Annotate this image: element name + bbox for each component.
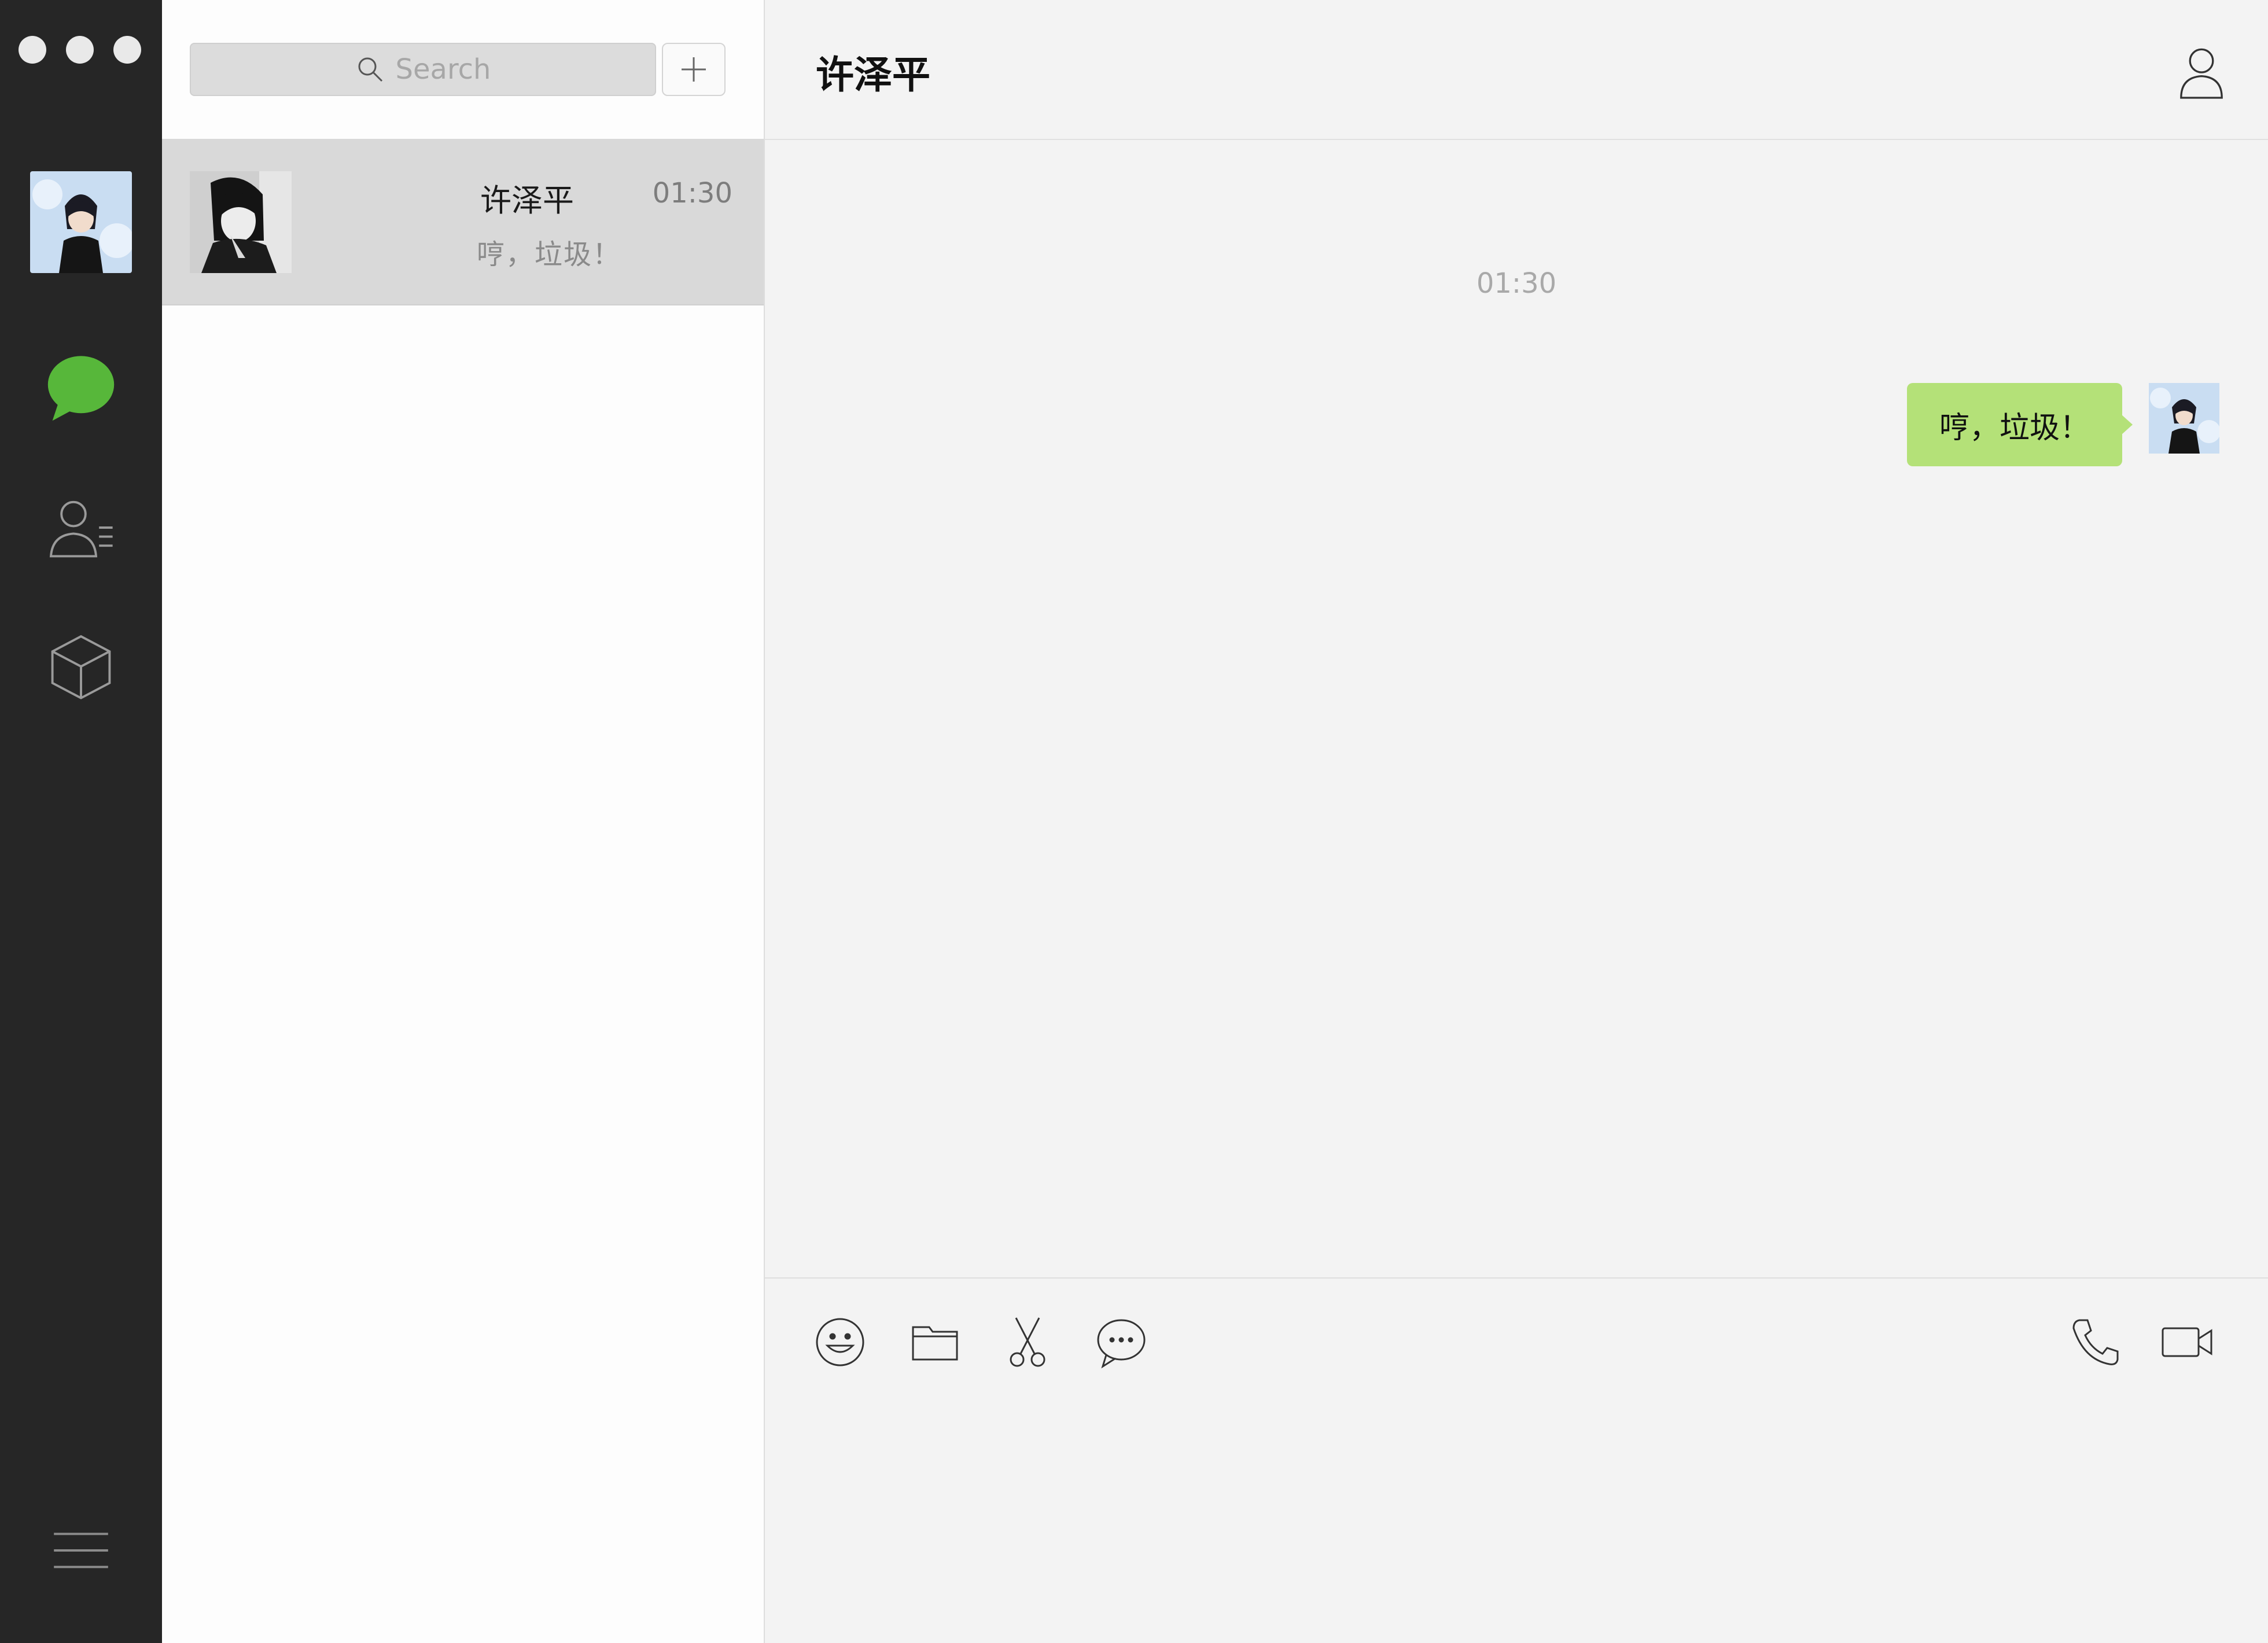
chat-panel: 许泽平 01:30 哼，垃圾！ [765, 0, 2268, 1643]
close-window-button[interactable] [19, 36, 46, 64]
contacts-icon[interactable] [41, 487, 122, 568]
plus-icon [682, 57, 706, 82]
left-nav-bar [0, 0, 162, 1643]
chat-history-icon[interactable] [1092, 1313, 1150, 1371]
conversation-item[interactable]: 许泽平 01:30 哼，垃圾！ [162, 139, 764, 305]
scissors-icon[interactable] [999, 1313, 1056, 1371]
video-icon[interactable] [2158, 1313, 2216, 1371]
search-input[interactable]: Search [190, 43, 656, 96]
chat-icon[interactable] [41, 347, 122, 428]
conversation-list-panel: Search 许泽平 01:30 哼，垃圾！ [162, 0, 765, 1643]
maximize-window-button[interactable] [113, 36, 141, 64]
composer-toolbar [765, 1277, 2268, 1394]
conversation-preview: 哼，垃圾！ [477, 238, 622, 271]
contact-avatar [190, 171, 292, 273]
menu-icon[interactable] [41, 1510, 122, 1591]
chat-title: 许泽平 [816, 53, 930, 97]
add-button[interactable] [662, 43, 726, 96]
message-bubble[interactable]: 哼，垃圾！ [1906, 383, 2133, 466]
phone-icon[interactable] [2067, 1313, 2125, 1371]
conversation-time: 01:30 [652, 177, 732, 209]
conversation-name: 许泽平 [480, 182, 574, 219]
chat-header: 许泽平 [765, 0, 2268, 140]
sender-avatar[interactable] [2149, 383, 2219, 454]
my-avatar[interactable] [30, 171, 132, 273]
folder-icon[interactable] [906, 1313, 964, 1371]
window-controls [19, 36, 141, 64]
message-timestamp: 01:30 [1476, 267, 1557, 300]
minimize-window-button[interactable] [66, 36, 94, 64]
emoji-icon[interactable] [811, 1313, 869, 1371]
collections-icon[interactable] [41, 626, 122, 707]
search-icon [358, 57, 382, 82]
message-input[interactable] [765, 1394, 2268, 1643]
search-placeholder: Search [395, 53, 491, 86]
wechat-window: Search 许泽平 01:30 哼，垃圾！ 许泽平 01:30 哼，垃圾！ [0, 0, 2268, 1643]
contact-profile-icon[interactable] [2170, 40, 2233, 104]
